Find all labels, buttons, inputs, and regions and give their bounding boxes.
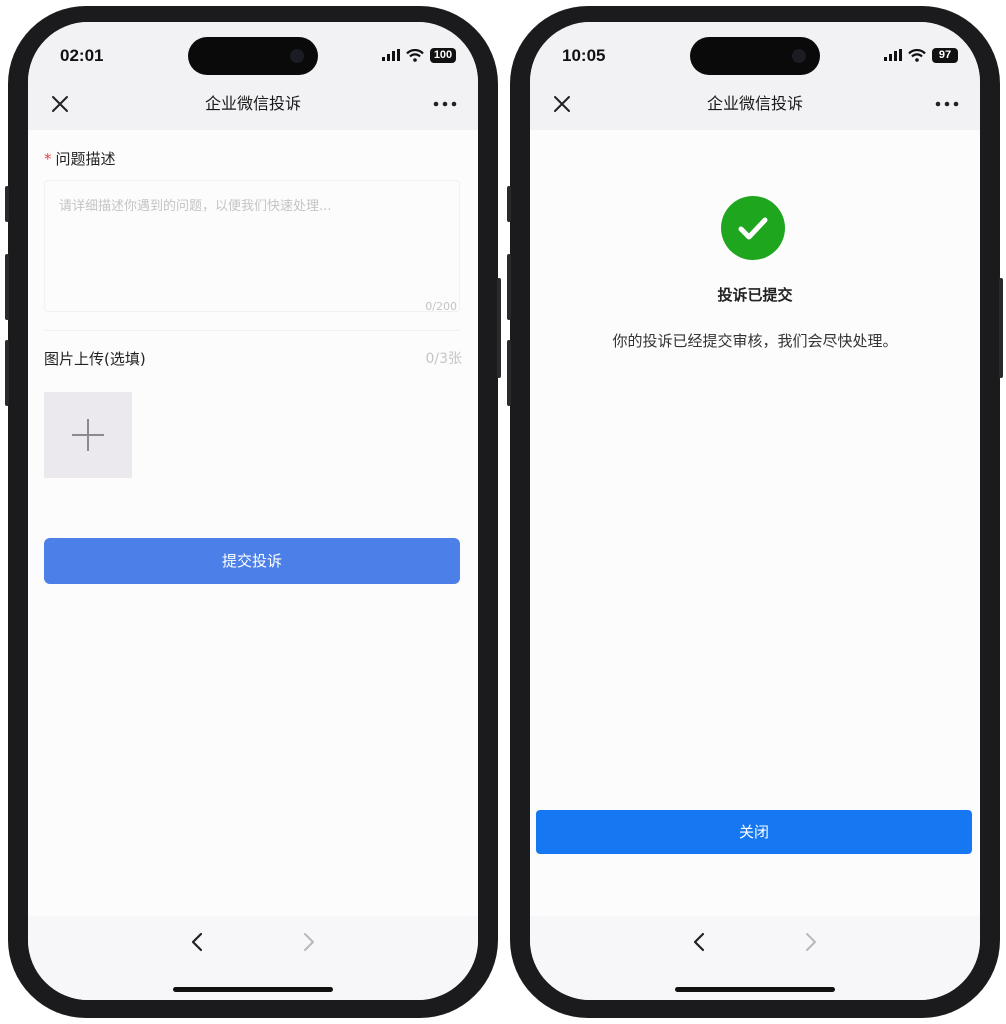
nav-bar: 企业微信投诉	[530, 82, 980, 130]
status-icons: 100	[382, 46, 456, 64]
nav-title: 企业微信投诉	[204, 94, 301, 113]
success-description: 你的投诉已经提交审核，我们会尽快处理。	[612, 332, 898, 350]
wifi-icon	[406, 48, 424, 62]
complaint-form: * 问题描述 请详细描述你遇到的问题，以便我们快速处理... 0/200 图片上传…	[28, 130, 478, 916]
browser-toolbar	[530, 916, 980, 1000]
more-icon[interactable]	[432, 92, 458, 116]
screen-right: 10:05 97 企业微信投诉 投诉已提交 你的投诉已经提交审核，我们会尽快处理…	[530, 22, 980, 1000]
back-arrow-icon[interactable]	[186, 930, 210, 954]
phone-frame-left: 02:01 100 企业微信投诉 * 问题描述 请详细描述你遇到的问题，以便我们…	[5, 6, 501, 1018]
home-indicator[interactable]	[173, 987, 333, 992]
browser-toolbar	[28, 916, 478, 1000]
volume-up-button	[5, 254, 9, 320]
close-button[interactable]: 关闭	[536, 810, 972, 854]
back-arrow-icon[interactable]	[688, 930, 712, 954]
description-label: * 问题描述	[44, 148, 116, 169]
upload-label: 图片上传(选填)	[44, 350, 146, 368]
success-title: 投诉已提交	[717, 286, 793, 304]
status-time: 02:01	[60, 46, 104, 65]
action-button	[5, 186, 9, 222]
action-button	[507, 186, 511, 222]
success-page: 投诉已提交 你的投诉已经提交审核，我们会尽快处理。 关闭	[530, 130, 980, 916]
nav-title: 企业微信投诉	[706, 94, 803, 113]
screen-left: 02:01 100 企业微信投诉 * 问题描述 请详细描述你遇到的问题，以便我们…	[28, 22, 478, 1000]
description-textarea[interactable]: 请详细描述你遇到的问题，以便我们快速处理... 0/200	[44, 180, 460, 313]
more-icon[interactable]	[934, 92, 960, 116]
status-icons: 97	[884, 46, 958, 64]
battery-icon: 97	[932, 47, 958, 63]
forward-arrow-icon[interactable]	[296, 930, 320, 954]
description-counter: 0/200	[425, 300, 457, 313]
signal-icon	[884, 49, 902, 61]
dynamic-island	[690, 37, 820, 75]
wifi-icon	[908, 48, 926, 62]
phone-frame-right: 10:05 97 企业微信投诉 投诉已提交 你的投诉已经提交审核，我们会尽快处理…	[507, 6, 1003, 1018]
volume-down-button	[5, 340, 9, 406]
home-indicator[interactable]	[675, 987, 835, 992]
forward-arrow-icon[interactable]	[798, 930, 822, 954]
submit-complaint-button[interactable]: 提交投诉	[44, 538, 460, 584]
upload-count: 0/3张	[425, 351, 462, 367]
image-upload-button[interactable]	[44, 392, 132, 478]
divider	[44, 330, 460, 331]
signal-icon	[382, 49, 400, 61]
status-time: 10:05	[562, 46, 606, 65]
power-button	[999, 278, 1003, 378]
required-mark: *	[44, 150, 52, 168]
power-button	[497, 278, 501, 378]
volume-down-button	[507, 340, 511, 406]
nav-bar: 企业微信投诉	[28, 82, 478, 130]
description-label-text: 问题描述	[55, 150, 116, 168]
battery-icon: 100	[430, 47, 456, 63]
dynamic-island	[188, 37, 318, 75]
check-icon	[721, 196, 785, 260]
description-placeholder: 请详细描述你遇到的问题，以便我们快速处理...	[59, 199, 332, 214]
volume-up-button	[507, 254, 511, 320]
